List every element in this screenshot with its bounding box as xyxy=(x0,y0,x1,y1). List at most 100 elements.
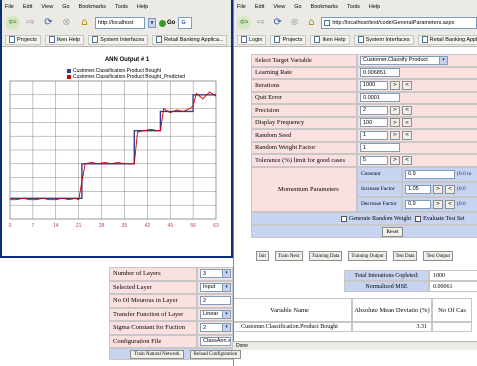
layer-value-cell: 2 xyxy=(197,294,233,308)
bookmark-3[interactable]: System Interfaces xyxy=(353,34,414,45)
stat-label: Total Interations Copleted: xyxy=(344,270,429,281)
increment-button[interactable]: > xyxy=(433,199,443,209)
forward-arrow-icon[interactable]: ⇨ xyxy=(23,16,38,30)
increment-button[interactable]: > xyxy=(390,118,400,128)
reload-icon[interactable]: ⟳ xyxy=(41,16,56,30)
menu-item-bookmarks[interactable]: Bookmarks xyxy=(79,4,107,10)
reset-row: Reset xyxy=(251,225,477,238)
stop-icon[interactable]: ⊗ xyxy=(288,16,302,30)
evaluate-test-set-checkbox[interactable] xyxy=(415,215,422,222)
bookmarks-overflow-icon[interactable]: » xyxy=(231,37,233,43)
go-icon xyxy=(159,19,166,27)
decrement-button[interactable]: < xyxy=(402,80,412,90)
increment-button[interactable]: > xyxy=(390,130,400,140)
generate-random-weight-checkbox[interactable] xyxy=(341,215,347,222)
momentum-input[interactable]: 1.05 xyxy=(405,184,431,194)
google-search-box[interactable]: G xyxy=(178,17,193,29)
decrement-button[interactable]: < xyxy=(402,130,412,140)
menu-item-tools[interactable]: Tools xyxy=(347,4,360,10)
bookmark-1[interactable]: Projects xyxy=(270,34,307,45)
menu-item-edit[interactable]: Edit xyxy=(23,4,32,10)
bookmark-4[interactable]: Retail Banking Applica... xyxy=(417,34,477,45)
bookmark-3[interactable]: Retail Banking Applica... xyxy=(152,34,228,45)
layer-input[interactable]: 2 xyxy=(200,296,231,306)
stop-icon[interactable]: ⊗ xyxy=(59,16,74,30)
bookmark-0[interactable]: Login xyxy=(237,34,267,45)
layer-select[interactable]: 3 ▾ xyxy=(200,269,231,279)
menu-item-edit[interactable]: Edit xyxy=(255,4,264,10)
layer-select[interactable]: 2 ▾ xyxy=(200,323,231,333)
reset-button[interactable]: Reset xyxy=(382,226,403,237)
menu-item-view[interactable]: View xyxy=(273,4,285,10)
bookmark-2[interactable]: Iken Help xyxy=(310,34,350,45)
bookmark-2[interactable]: System Interfaces xyxy=(88,34,149,45)
layer-row: Selected Layer Input ▾ xyxy=(109,280,233,294)
param-input[interactable]: 0.006851 xyxy=(360,68,400,78)
target-variable-select[interactable]: Customer.Classify Product ▾ xyxy=(360,55,448,65)
increment-button[interactable]: > xyxy=(390,105,400,115)
address-bar[interactable]: http://localhost/test/code/GeneralParame… xyxy=(321,17,477,29)
param-input[interactable]: 0.0001 xyxy=(360,93,400,103)
home-icon[interactable]: ⌂ xyxy=(77,16,92,30)
action-button-init[interactable]: Init xyxy=(256,251,269,261)
action-button-test-output[interactable]: Test Output xyxy=(423,251,453,261)
momentum-input[interactable]: 0.9 xyxy=(405,199,431,209)
bookmark-0[interactable]: Projects xyxy=(5,34,41,45)
address-dropdown-icon[interactable]: ▾ xyxy=(148,18,156,28)
decrement-button[interactable]: < xyxy=(445,199,455,209)
layer-select[interactable]: Linear ▾ xyxy=(200,309,231,319)
menu-item-go[interactable]: Go xyxy=(294,4,301,10)
increment-button[interactable]: > xyxy=(433,184,443,194)
train-natural-network-button[interactable]: Train Natural Network xyxy=(130,349,184,359)
param-input[interactable]: 1 xyxy=(360,130,388,140)
layer-value-cell: 2 ▾ xyxy=(197,321,233,335)
param-input[interactable]: 1 xyxy=(360,143,400,153)
back-arrow-icon[interactable]: ⇦ xyxy=(237,16,251,30)
layer-row: Sigma Constant for Fuction 2 ▾ xyxy=(109,321,233,335)
param-input[interactable]: 5 xyxy=(360,155,388,165)
layer-label: Configuration File xyxy=(109,334,197,348)
menu-item-tools[interactable]: Tools xyxy=(115,4,128,10)
layer-input[interactable]: ClassAnn.x xyxy=(200,336,231,346)
menu-item-help[interactable]: Help xyxy=(369,4,380,10)
increment-button[interactable]: > xyxy=(390,155,400,165)
reload-icon[interactable]: ⟳ xyxy=(271,16,285,30)
param-input[interactable]: 100 xyxy=(360,118,388,128)
generate-random-weight-label: Generate Random Weight xyxy=(349,215,412,222)
bookmark-label: Projects xyxy=(282,36,303,43)
action-button-training-output[interactable]: Training Output xyxy=(348,251,387,261)
param-input[interactable]: 1000 xyxy=(360,80,388,90)
layer-row: Configuration File ClassAnn.x xyxy=(109,334,233,348)
left-navigation-toolbar: ⇦ ⇨ ⟳ ⊗ ⌂ http://localhost ▾ Go G xyxy=(2,13,231,33)
reload-configuration-button[interactable]: Reload Configuration xyxy=(189,349,242,359)
menu-item-help[interactable]: Help xyxy=(137,4,148,10)
param-value-cell: 2 > < xyxy=(357,104,477,117)
momentum-row: Decrease Factor 0.9 > < (0.0 xyxy=(357,196,477,212)
go-button[interactable]: Go xyxy=(159,19,175,27)
right-navigation-toolbar: ⇦ ⇨ ⟳ ⊗ ⌂ http://localhost/test/code/Gen… xyxy=(234,13,477,33)
menu-item-view[interactable]: View xyxy=(41,4,53,10)
menu-item-file[interactable]: File xyxy=(237,4,246,10)
address-bar[interactable]: http://localhost xyxy=(95,17,145,29)
bookmark-label: Projects xyxy=(17,36,37,43)
bookmark-1[interactable]: Iken Help xyxy=(44,34,85,45)
action-button-test-data[interactable]: Test Data xyxy=(392,251,418,261)
decrement-button[interactable]: < xyxy=(402,118,412,128)
menu-item-file[interactable]: File xyxy=(5,4,14,10)
decrement-button[interactable]: < xyxy=(445,184,455,194)
action-button-train-next[interactable]: Train Next xyxy=(274,251,303,261)
back-arrow-icon[interactable]: ⇦ xyxy=(5,16,20,30)
layer-select[interactable]: Input ▾ xyxy=(200,282,231,292)
momentum-input[interactable]: 0.9 xyxy=(405,169,455,179)
action-button-training-data[interactable]: Training Data xyxy=(308,251,343,261)
menu-item-bookmarks[interactable]: Bookmarks xyxy=(311,4,339,10)
x-tick-label: 7 xyxy=(31,223,34,229)
forward-arrow-icon[interactable]: ⇨ xyxy=(254,16,268,30)
increment-button[interactable]: > xyxy=(390,80,400,90)
stat-label: Normalized MSE xyxy=(344,281,429,292)
menu-item-go[interactable]: Go xyxy=(62,4,69,10)
param-input[interactable]: 2 xyxy=(360,105,388,115)
decrement-button[interactable]: < xyxy=(402,105,412,115)
decrement-button[interactable]: < xyxy=(402,155,412,165)
home-icon[interactable]: ⌂ xyxy=(305,16,319,30)
